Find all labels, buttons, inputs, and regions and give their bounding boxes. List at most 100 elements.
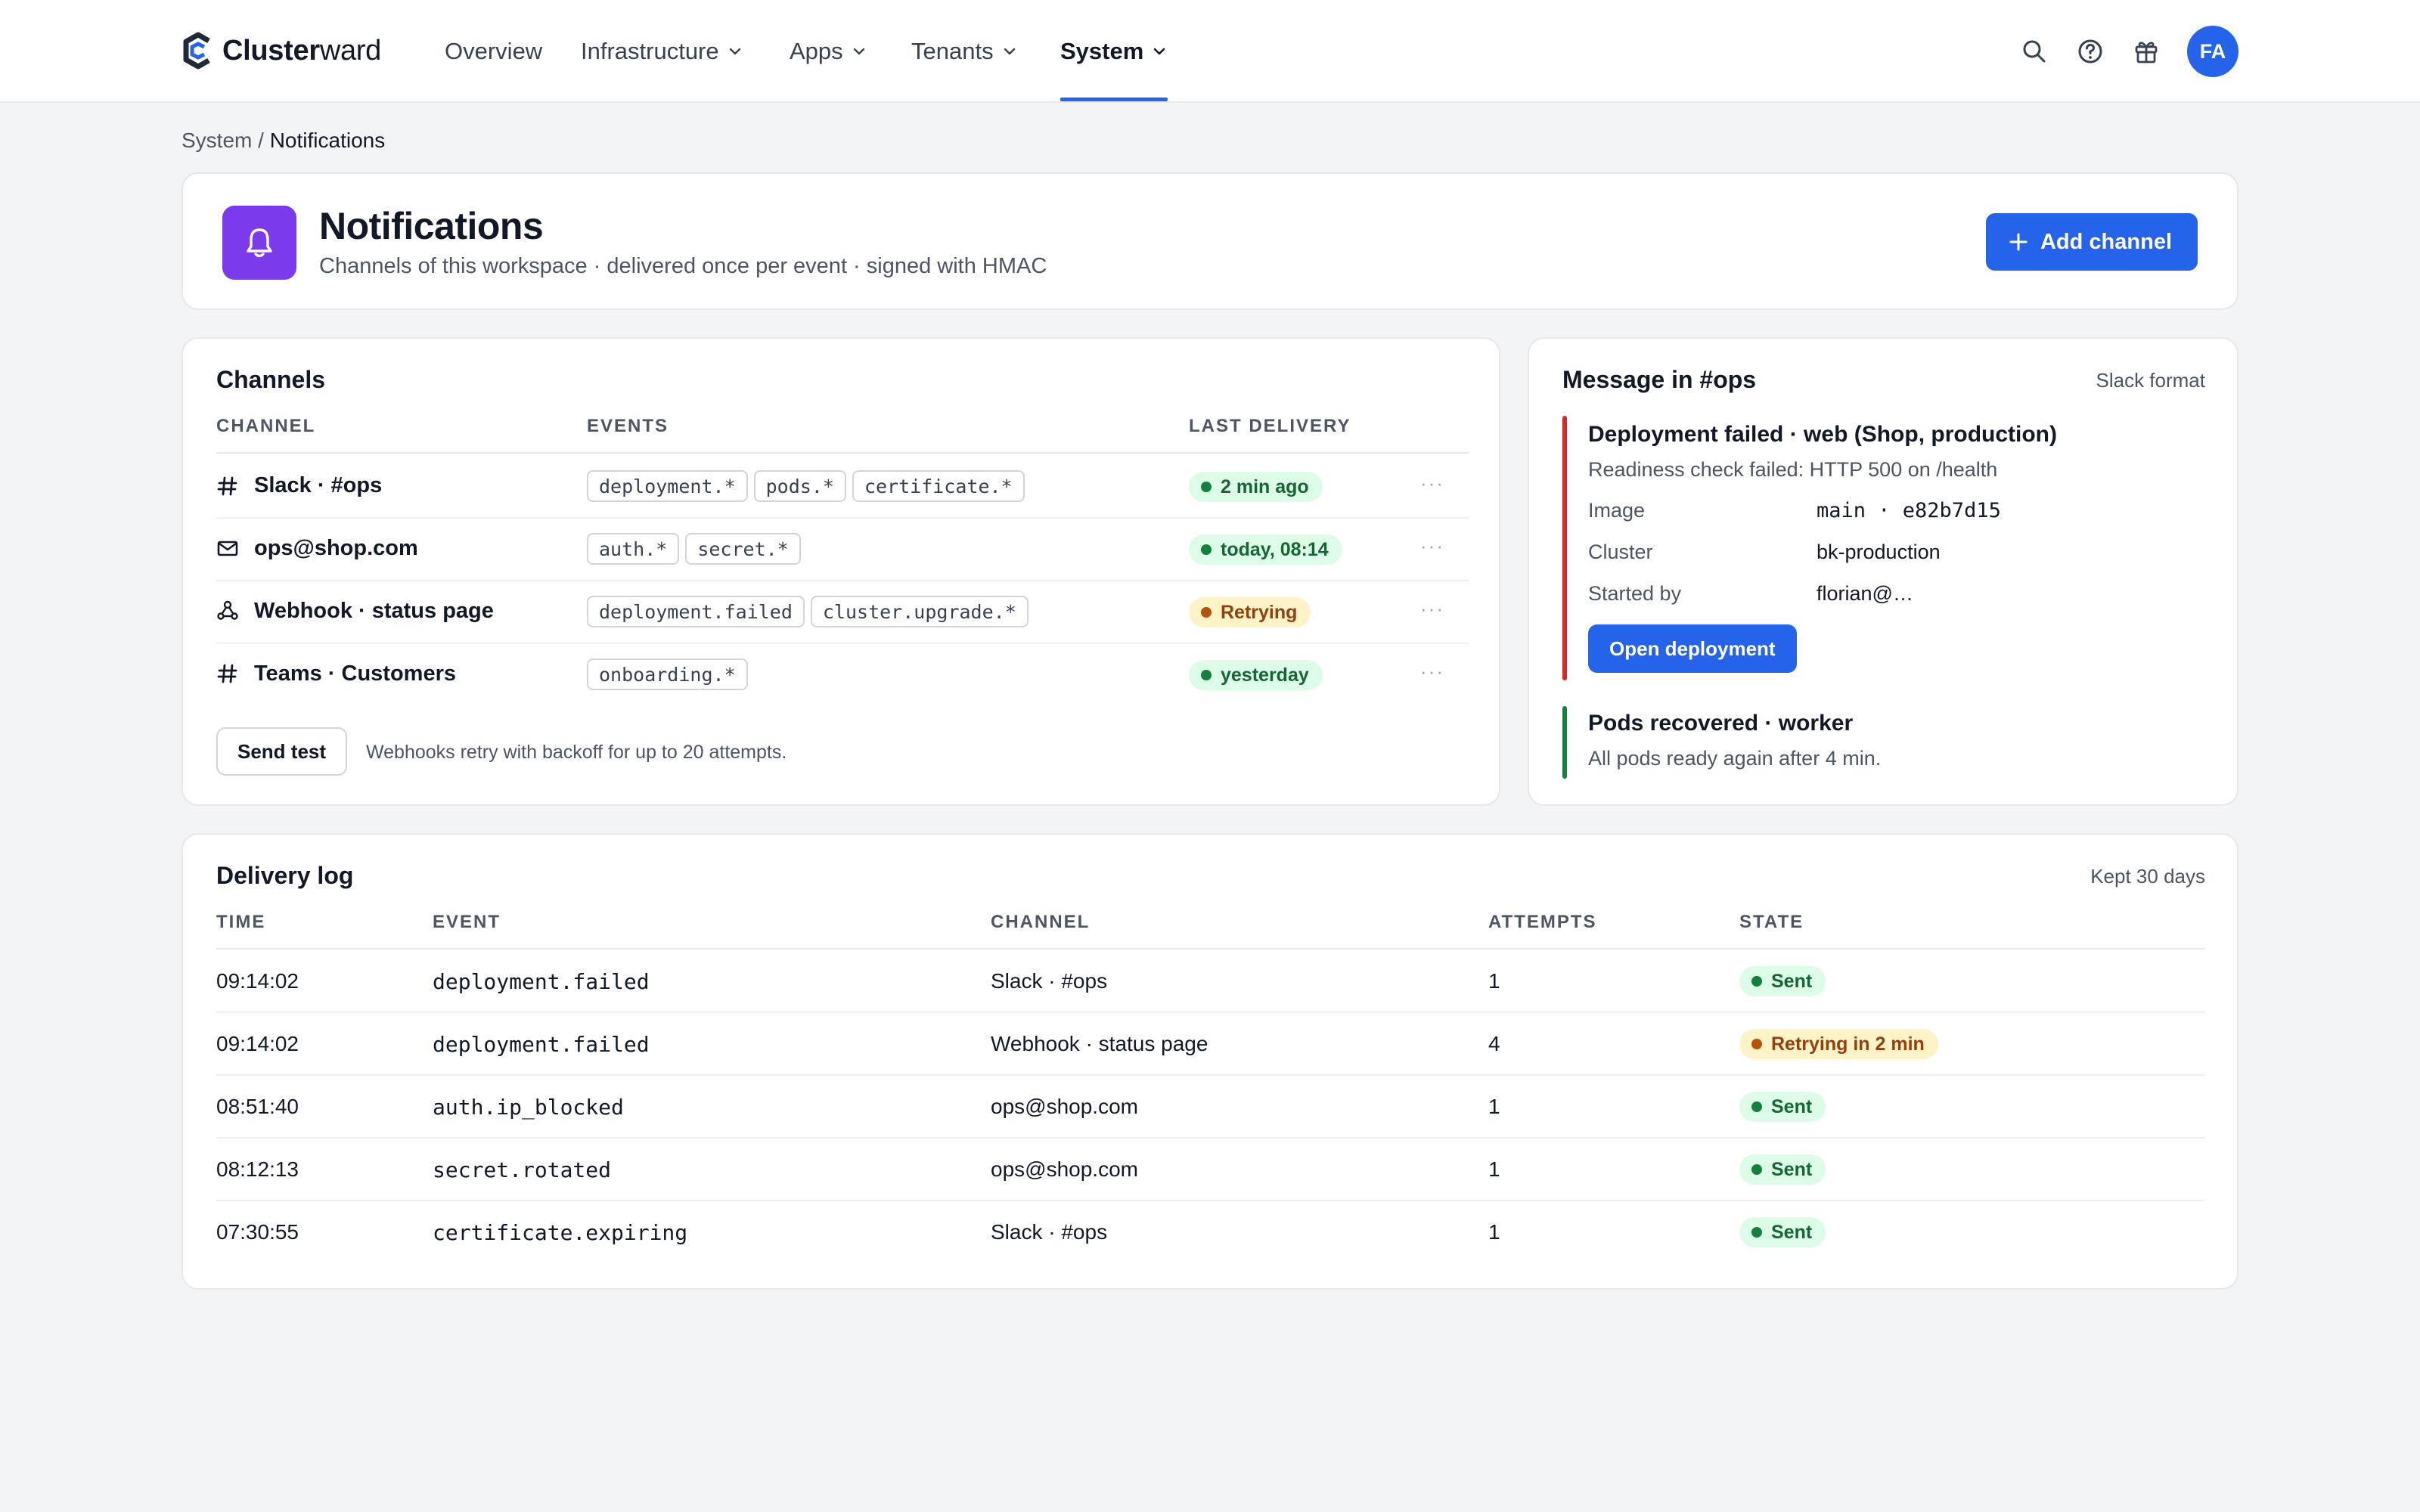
hash-icon [217,476,237,496]
status-dot [1751,1164,1762,1175]
breadcrumb-system[interactable]: System [182,129,252,152]
log-channel: Slack · #ops [991,969,1108,993]
chevron-down-icon [1153,48,1165,55]
status-badge: today, 08:14 [1189,534,1342,565]
log-channel: ops@shop.com [991,1157,1138,1181]
bell-icon [222,206,296,280]
col-channel: CHANNEL [216,416,316,436]
row-divider [216,1137,2205,1139]
log-event: secret.rotated [433,1157,612,1182]
status-dot [1751,1101,1762,1112]
status-badge: Retrying [1189,597,1311,627]
table-header-divider [216,948,2205,950]
log-time: 09:14:02 [216,1032,299,1055]
row-divider [216,1074,2205,1076]
breadcrumb-current: Notifications [269,129,386,152]
nav-infrastructure[interactable]: Infrastructure [581,0,743,103]
status-dot [1201,544,1212,555]
nav-apps-label: Apps [790,38,843,64]
brand-name: Clusterward [222,34,381,67]
status-badge: yesterday [1189,660,1323,690]
log-attempts: 1 [1488,969,1500,993]
row-divider [216,1012,2205,1013]
row-more-button[interactable]: ··· [1420,534,1444,558]
recovery-subtitle: All pods ready again after 4 min. [1588,747,1882,770]
channel-name[interactable]: Slack · #ops [254,473,382,498]
status-badge: Sent [1739,1154,1826,1185]
row-more-button[interactable]: ··· [1420,597,1444,621]
add-channel-label: Add channel [2040,229,2172,254]
event-chip: deployment.* [587,470,748,502]
alert-subtitle: Readiness check failed: HTTP 500 on /hea… [1588,458,1998,481]
col-time: TIME [216,912,266,932]
col-channel: CHANNEL [991,912,1091,932]
clusterward-logo-icon [183,32,210,70]
nav-system[interactable]: System [1060,0,1168,103]
row-more-button[interactable]: ··· [1420,660,1444,683]
hash-icon [217,664,237,683]
event-chips: onboarding.* [587,658,748,690]
log-attempts: 1 [1488,1220,1500,1244]
status-dot [1201,607,1212,618]
gift-icon[interactable] [2131,36,2161,67]
page-subtitle: Channels of this workspace · delivered o… [319,254,1047,278]
status-label: Sent [1771,1095,1813,1117]
message-preview-card: Message in #ops Slack format Deployment … [1528,337,2238,806]
breadcrumb-separator: / [252,129,270,152]
log-channel: Slack · #ops [991,1220,1108,1244]
channel-name[interactable]: ops@shop.com [254,536,418,561]
status-label: Retrying in 2 min [1771,1033,1925,1055]
channel-name[interactable]: Teams · Customers [254,662,456,686]
col-events: EVENTS [587,416,669,436]
brand[interactable]: Clusterward [182,32,381,70]
row-divider [216,643,1469,644]
status-badge: Sent [1739,966,1826,996]
nav-apps[interactable]: Apps [790,0,867,103]
status-label: 2 min ago [1221,476,1309,497]
help-icon[interactable] [2075,36,2105,67]
status-label: yesterday [1221,664,1309,686]
nav-overview[interactable]: Overview [445,0,542,103]
status-dot [1201,482,1212,492]
status-badge: 2 min ago [1189,472,1323,502]
nav-tenants[interactable]: Tenants [911,0,1018,103]
event-chip: cluster.upgrade.* [810,596,1028,627]
user-avatar[interactable]: FA [2187,26,2238,77]
row-more-button[interactable]: ··· [1420,472,1444,495]
status-label: today, 08:14 [1221,538,1329,560]
add-channel-button[interactable]: Add channel [1985,213,2198,271]
delivery-log-title: Delivery log [216,862,354,889]
open-deployment-button[interactable]: Open deployment [1588,624,1797,673]
status-badge: Sent [1739,1217,1826,1247]
col-event: EVENT [433,912,501,932]
event-chip: secret.* [685,533,801,565]
nav-system-label: System [1060,38,1144,64]
event-chips: deployment.failed cluster.upgrade.* [587,596,1028,627]
chevron-down-icon [853,48,864,55]
log-attempts: 1 [1488,1095,1500,1118]
log-time: 07:30:55 [216,1220,299,1244]
search-icon[interactable] [2019,36,2049,67]
nav-infrastructure-label: Infrastructure [581,38,719,64]
event-chips: deployment.* pods.* certificate.* [587,470,1025,502]
alert-title: Deployment failed · web (Shop, productio… [1588,422,2057,447]
field-label: Started by [1588,582,1682,605]
log-event: deployment.failed [433,969,650,994]
event-chip: auth.* [587,533,680,565]
status-dot [1751,1227,1762,1238]
chevron-down-icon [1004,48,1015,55]
event-chip: pods.* [753,470,846,502]
field-label: Cluster [1588,541,1653,563]
channel-name[interactable]: Webhook · status page [254,599,494,624]
nav-overview-label: Overview [445,38,543,64]
nav-tenants-label: Tenants [911,38,994,64]
mail-icon [217,541,238,556]
col-last-delivery: LAST DELIVERY [1189,416,1351,436]
channels-title: Channels [216,366,326,393]
send-test-button[interactable]: Send test [216,727,348,776]
status-label: Sent [1771,1158,1813,1180]
recovery-accent-bar [1562,706,1567,779]
log-channel: ops@shop.com [991,1095,1138,1118]
field-label: Image [1588,499,1646,522]
log-attempts: 1 [1488,1157,1500,1181]
